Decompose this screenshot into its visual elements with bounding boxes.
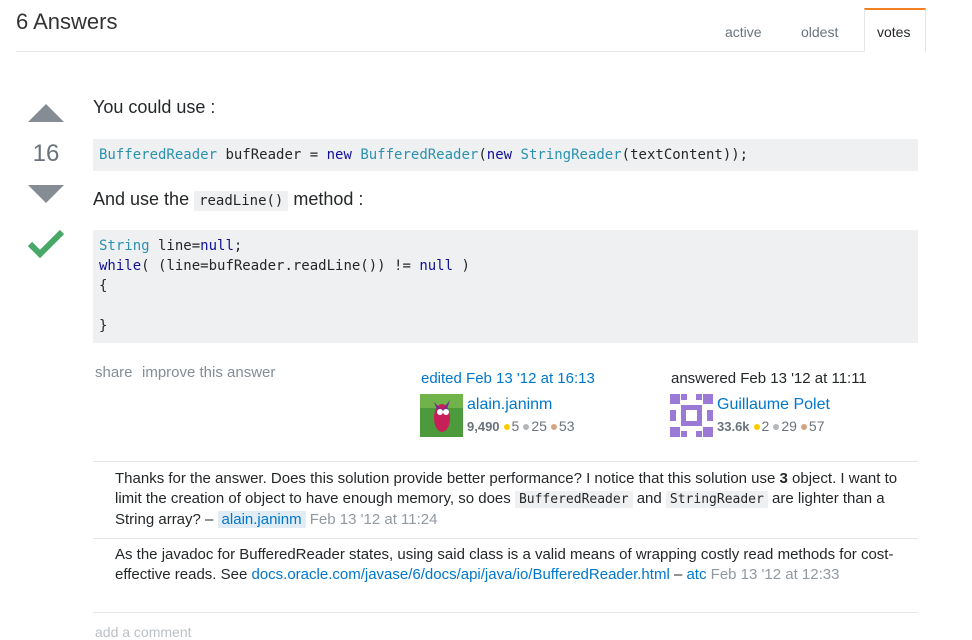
method-text-after: method : — [288, 189, 364, 209]
improve-answer-link[interactable]: improve this answer — [142, 364, 275, 381]
code-block-loop: String line=null; while( (line=bufReader.… — [93, 230, 918, 343]
comment-inline-code: BufferedReader — [514, 491, 633, 508]
code-line-5: } — [99, 318, 108, 334]
method-text-before: And use the — [93, 189, 195, 209]
comment-divider — [93, 538, 918, 539]
bronze-badge-icon — [800, 423, 807, 430]
comment-user-link[interactable]: atc — [686, 566, 706, 583]
comment-divider — [93, 612, 918, 613]
code-block-declaration: BufferedReader bufReader = new BufferedR… — [93, 139, 918, 171]
accepted-checkmark-icon — [27, 228, 65, 263]
code-type: BufferedReader — [360, 147, 479, 163]
comment-text: and — [632, 490, 666, 507]
bronze-badge-count: 57 — [808, 418, 825, 434]
code-text: (textContent)); — [621, 147, 749, 163]
header-divider — [16, 51, 926, 52]
code-line-3: { — [99, 278, 108, 294]
code-line-2: while( (line=bufReader.readLine()) != nu… — [99, 256, 912, 276]
silver-badge-count: 25 — [531, 418, 547, 434]
comment-date[interactable]: Feb 13 '12 at 11:24 — [310, 511, 438, 528]
silver-badge-icon — [773, 423, 780, 430]
editor-username[interactable]: alain.janinm — [467, 396, 552, 414]
gold-badge-icon — [753, 423, 760, 430]
code-line-1: String line=null; — [99, 236, 912, 256]
comment-2: As the javadoc for BufferedReader states… — [115, 545, 911, 585]
tab-oldest[interactable]: oldest — [801, 24, 838, 40]
comment-user-link[interactable]: alain.janinm — [217, 511, 306, 528]
avatar-alain-janinm[interactable] — [420, 394, 463, 437]
code-keyword: null — [200, 238, 234, 254]
silver-badge-icon — [523, 423, 530, 430]
code-text: ) — [453, 258, 470, 274]
comment-1: Thanks for the answer. Does this solutio… — [115, 469, 911, 530]
bronze-badge-icon — [550, 423, 557, 430]
code-keyword: while — [99, 258, 142, 274]
edited-timestamp-link[interactable]: edited Feb 13 '12 at 16:13 — [421, 370, 595, 387]
reputation-score: 9,490 — [467, 419, 500, 434]
code-type: String — [99, 238, 150, 254]
gold-badge-count: 2 — [761, 418, 770, 434]
tab-votes-label: votes — [877, 24, 911, 40]
editor-reputation: 9,490 5 25 53 — [467, 418, 575, 434]
answerer-reputation: 33.6k 2 29 57 — [717, 418, 825, 434]
tab-votes[interactable]: votes — [864, 8, 926, 52]
code-type: BufferedReader — [99, 147, 218, 163]
answers-count-heading: 6 Answers — [16, 9, 118, 34]
answerer-username[interactable]: Guillaume Polet — [717, 396, 830, 414]
code-text: bufReader = — [217, 147, 327, 163]
code-keyword: null — [419, 258, 454, 274]
reputation-score: 33.6k — [717, 419, 750, 434]
comments-divider — [93, 461, 918, 462]
code-line-4: ​ — [99, 296, 912, 316]
share-link[interactable]: share — [95, 364, 133, 381]
comment-text: Thanks for the answer. Does this solutio… — [115, 470, 780, 487]
tab-active[interactable]: active — [725, 24, 762, 40]
comment-date[interactable]: Feb 13 '12 at 12:33 — [711, 566, 840, 583]
comment-text: – — [669, 566, 687, 583]
code-text: ( (line=bufReader.readLine()) != — [141, 258, 420, 274]
answer-intro-text: You could use : — [93, 97, 216, 117]
inline-code-readline: readLine() — [194, 191, 289, 211]
bronze-badge-count: 53 — [558, 418, 575, 434]
avatar-guillaume-polet[interactable] — [670, 394, 713, 437]
upvote-arrow-icon[interactable] — [28, 104, 64, 122]
code-text: ( — [478, 147, 487, 163]
gold-badge-icon — [503, 423, 510, 430]
code-type: StringReader — [520, 147, 622, 163]
comment-bold: 3 — [779, 470, 788, 487]
vote-count: 16 — [32, 140, 60, 167]
code-text: line= — [149, 238, 201, 254]
comment-inline-code: StringReader — [665, 491, 768, 508]
add-comment-link[interactable]: add a comment — [95, 624, 192, 640]
code-keyword: new — [486, 147, 513, 163]
gold-badge-count: 5 — [511, 418, 520, 434]
javadoc-link[interactable]: docs.oracle.com/javase/6/docs/api/java/i… — [251, 566, 669, 583]
answered-timestamp: answered Feb 13 '12 at 11:11 — [671, 370, 867, 387]
code-text: ; — [233, 238, 243, 254]
silver-badge-count: 29 — [781, 418, 797, 434]
code-keyword: new — [326, 147, 352, 163]
downvote-arrow-icon[interactable] — [28, 185, 64, 203]
answer-method-text: And use the readLine() method : — [93, 189, 364, 211]
